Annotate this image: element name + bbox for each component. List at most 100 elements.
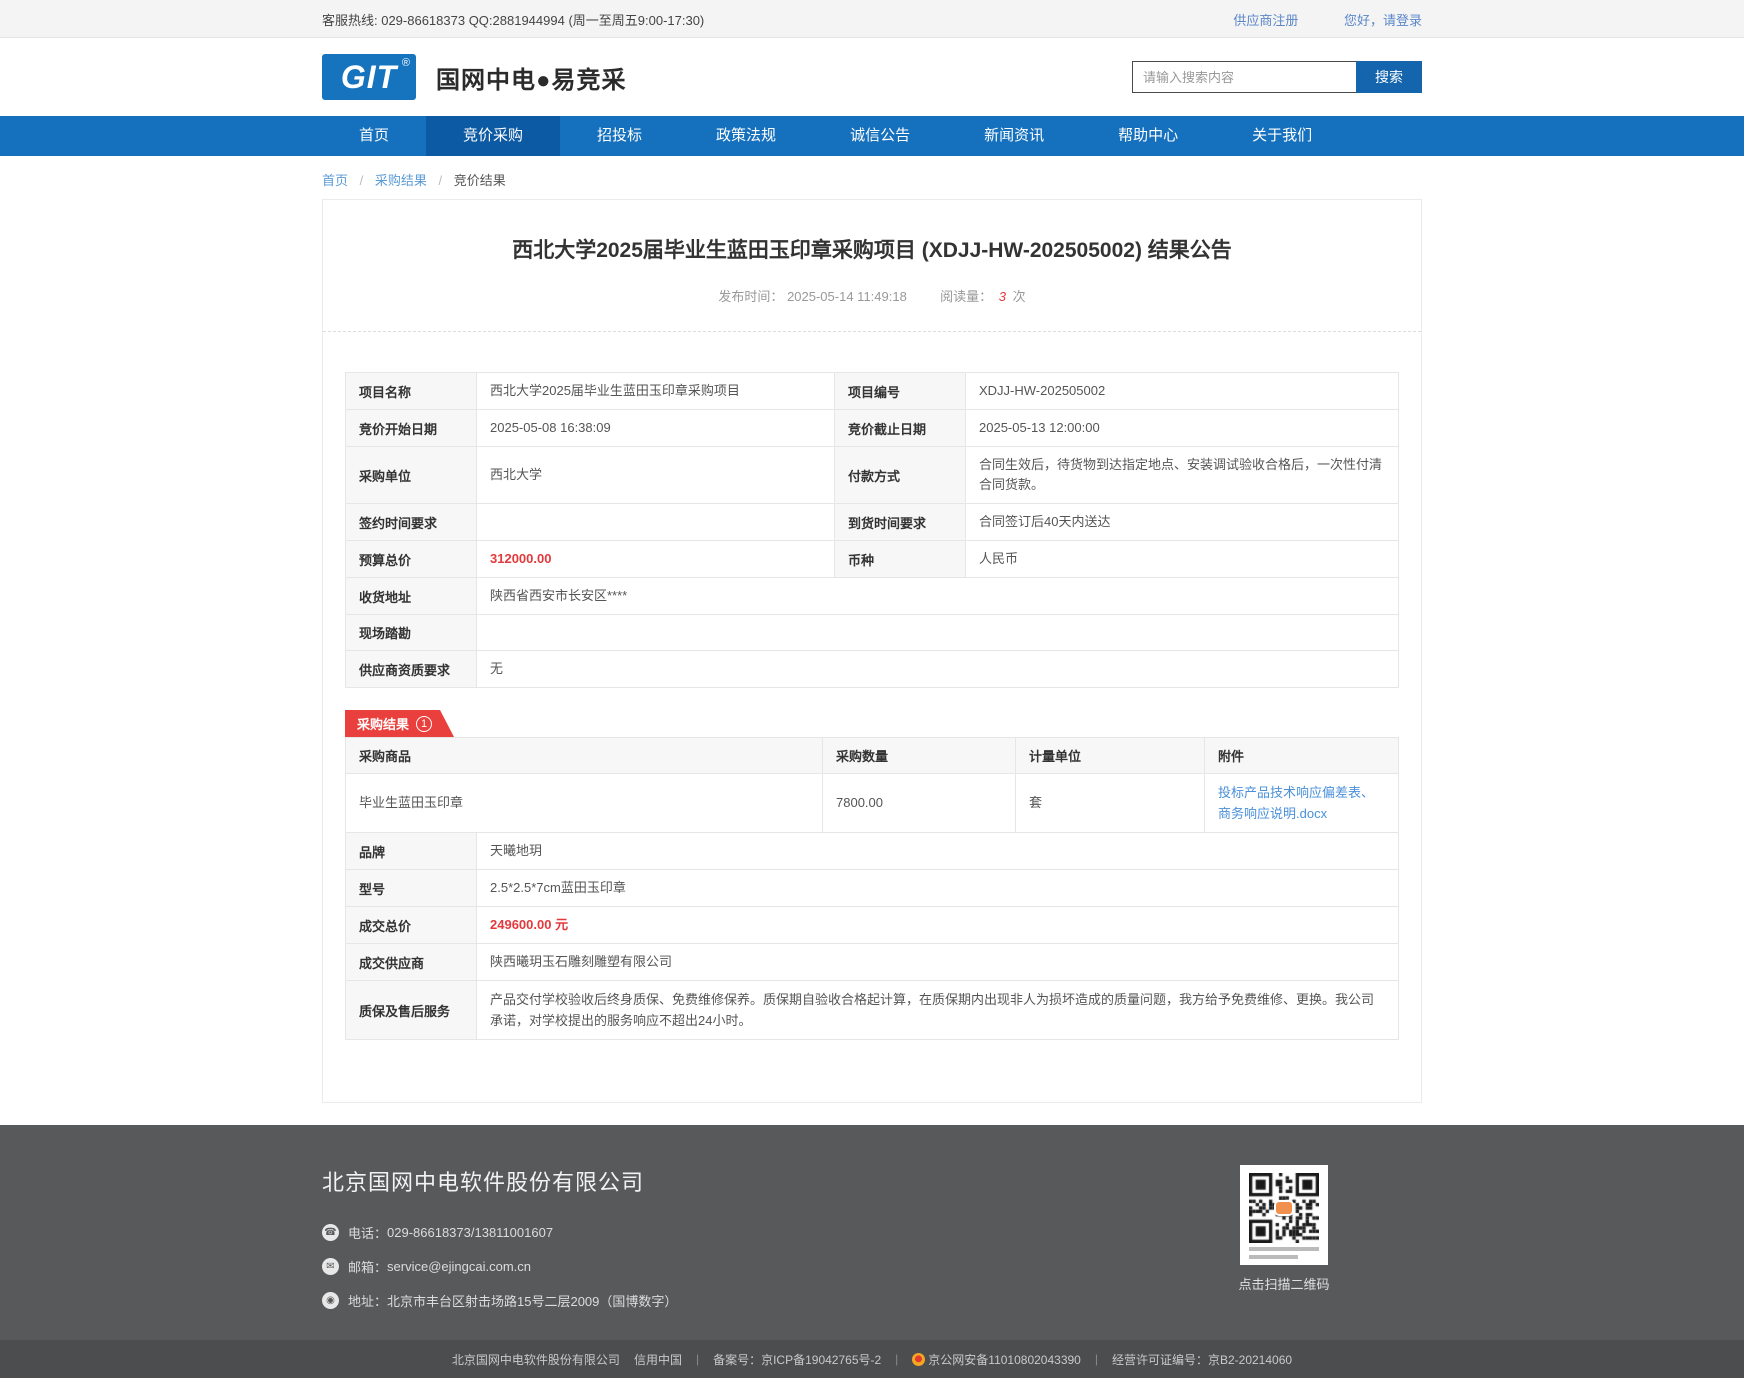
phone-icon: ☎	[322, 1224, 339, 1241]
breadcrumb-separator: /	[360, 173, 364, 188]
login-link[interactable]: 您好，请登录	[1344, 13, 1422, 28]
business-license: 经营许可证编号：京B2-20214060	[1112, 1351, 1292, 1368]
legal-divider: |	[1095, 1352, 1098, 1366]
qr-caption-line	[1249, 1247, 1319, 1251]
icp-number: 京ICP备19042765号-2	[761, 1353, 881, 1367]
logo-registered-mark: ®	[402, 57, 411, 69]
search-button[interactable]: 搜索	[1356, 61, 1422, 93]
attr-value: 陕西曦玥玉石雕刻雕塑有限公司	[477, 944, 1399, 981]
product-name: 毕业生蓝田玉印章	[346, 774, 823, 833]
table-row: 供应商资质要求 无	[346, 651, 1399, 688]
detail-label: 采购单位	[346, 447, 477, 504]
publish-time-value: 2025-05-14 11:49:18	[787, 289, 907, 304]
breadcrumb-home[interactable]: 首页	[322, 173, 348, 188]
column-header: 附件	[1205, 738, 1399, 774]
breadcrumb-current: 竞价结果	[454, 173, 506, 188]
mail-icon: ✉	[322, 1258, 339, 1275]
site-logo[interactable]: GIT ® 国网中电●易竞采	[322, 54, 627, 100]
credit-china-link: 信用中国	[634, 1351, 682, 1368]
breadcrumb-purchase-results[interactable]: 采购结果	[375, 173, 427, 188]
nav-item-news[interactable]: 新闻资讯	[947, 116, 1081, 156]
table-row: 预算总价 312000.00 币种 人民币	[346, 541, 1399, 578]
table-row: 成交供应商 陕西曦玥玉石雕刻雕塑有限公司	[346, 944, 1399, 981]
purchase-result-table: 采购商品 采购数量 计量单位 附件 毕业生蓝田玉印章 7800.00 套 投标产…	[345, 737, 1399, 1040]
icp-label: 备案号：	[713, 1353, 761, 1367]
table-row: 采购单位 西北大学 付款方式 合同生效后，待货物到达指定地点、安装调试验收合格后…	[346, 447, 1399, 504]
announcement-meta: 发布时间： 2025-05-14 11:49:18 阅读量： 3 次	[345, 264, 1399, 331]
product-unit: 套	[1016, 774, 1205, 833]
nav-item-policy[interactable]: 政策法规	[679, 116, 813, 156]
attachment-link[interactable]: 投标产品技术响应偏差表、商务响应说明.docx	[1218, 785, 1374, 821]
deal-total-value: 249600.00 元	[477, 907, 1399, 944]
search-input[interactable]	[1132, 61, 1356, 93]
bottom-legal-bar: 北京国网中电软件股份有限公司 信用中国 | 备案号：京ICP备19042765号…	[0, 1340, 1744, 1378]
detail-value: 2025-05-08 16:38:09	[477, 410, 835, 447]
nav-item-tender[interactable]: 招投标	[560, 116, 679, 156]
purchase-result-ribbon: 采购结果 1	[345, 710, 454, 737]
detail-value: 2025-05-13 12:00:00	[966, 410, 1399, 447]
product-qty: 7800.00	[823, 774, 1016, 833]
detail-value: 陕西省西安市长安区****	[477, 578, 1399, 615]
detail-label: 项目名称	[346, 373, 477, 410]
service-hotline: 客服热线: 029-86618373 QQ:2881944994 (周一至周五9…	[322, 10, 704, 29]
phone-value: 029-86618373/13811001607	[387, 1225, 553, 1240]
nav-item-bidding-purchase[interactable]: 竞价采购	[426, 116, 560, 156]
announcement-card: 西北大学2025届毕业生蓝田玉印章采购项目 (XDJJ-HW-202505002…	[322, 199, 1422, 1103]
legal-company: 北京国网中电软件股份有限公司	[452, 1351, 620, 1368]
table-header-row: 采购商品 采购数量 计量单位 附件	[346, 738, 1399, 774]
logo-text: GIT	[341, 59, 397, 96]
detail-label: 币种	[835, 541, 966, 578]
qr-code-card[interactable]	[1240, 1165, 1328, 1265]
attr-label: 品牌	[346, 833, 477, 870]
table-row: 质保及售后服务 产品交付学校验收后终身质保、免费维修保养。质保期自验收合格起计算…	[346, 981, 1399, 1040]
attr-label: 质保及售后服务	[346, 981, 477, 1040]
detail-label: 预算总价	[346, 541, 477, 578]
attr-label: 型号	[346, 870, 477, 907]
search-bar: 搜索	[1132, 61, 1422, 93]
table-row: 签约时间要求 到货时间要求 合同签订后40天内送达	[346, 504, 1399, 541]
detail-value: 合同生效后，待货物到达指定地点、安装调试验收合格后，一次性付清合同货款。	[966, 447, 1399, 504]
attr-value: 天曦地玥	[477, 833, 1399, 870]
top-bar: 客服热线: 029-86618373 QQ:2881944994 (周一至周五9…	[0, 0, 1744, 38]
attachment-cell: 投标产品技术响应偏差表、商务响应说明.docx	[1205, 774, 1399, 833]
icp-record: 备案号：京ICP备19042765号-2	[713, 1351, 881, 1368]
detail-label: 签约时间要求	[346, 504, 477, 541]
nav-item-about[interactable]: 关于我们	[1215, 116, 1349, 156]
nav-item-home[interactable]: 首页	[322, 116, 426, 156]
table-row: 现场踏勘	[346, 615, 1399, 651]
police-badge-icon	[912, 1353, 925, 1366]
detail-label: 项目编号	[835, 373, 966, 410]
detail-value	[477, 615, 1399, 651]
page-title: 西北大学2025届毕业生蓝田玉印章采购项目 (XDJJ-HW-202505002…	[345, 200, 1399, 264]
detail-label: 竞价截止日期	[835, 410, 966, 447]
table-row: 项目名称 西北大学2025届毕业生蓝田玉印章采购项目 项目编号 XDJJ-HW-…	[346, 373, 1399, 410]
views-unit: 次	[1013, 289, 1026, 304]
attr-value: 产品交付学校验收后终身质保、免费维修保养。质保期自验收合格起计算，在质保期内出现…	[477, 981, 1399, 1040]
address-value: 北京市丰台区射击场路15号二层2009（国博数字）	[387, 1291, 677, 1310]
nav-item-help[interactable]: 帮助中心	[1081, 116, 1215, 156]
license-label: 经营许可证编号：	[1112, 1353, 1208, 1367]
site-name: 国网中电●易竞采	[436, 60, 627, 95]
site-footer: 北京国网中电软件股份有限公司 ☎ 电话： 029-86618373/138110…	[0, 1125, 1744, 1340]
publish-time-label: 发布时间：	[718, 289, 783, 304]
nav-item-integrity[interactable]: 诚信公告	[813, 116, 947, 156]
table-row: 品牌 天曦地玥	[346, 833, 1399, 870]
detail-value: 合同签订后40天内送达	[966, 504, 1399, 541]
license-number: 京B2-20214060	[1208, 1353, 1292, 1367]
police-number: 京公网安备11010802043390	[928, 1353, 1081, 1367]
footer-address-row: ◉ 地址： 北京市丰台区射击场路15号二层2009（国博数字）	[322, 1291, 677, 1310]
breadcrumb-separator: /	[439, 173, 443, 188]
detail-label: 现场踏勘	[346, 615, 477, 651]
footer-phone-row: ☎ 电话： 029-86618373/13811001607	[322, 1223, 677, 1242]
table-row: 型号 2.5*2.5*7cm蓝田玉印章	[346, 870, 1399, 907]
attr-label: 成交总价	[346, 907, 477, 944]
budget-total-value: 312000.00	[477, 541, 835, 578]
ribbon-count-badge: 1	[416, 716, 432, 732]
supplier-register-link[interactable]: 供应商注册	[1233, 13, 1298, 28]
breadcrumb: 首页 / 采购结果 / 竞价结果	[322, 156, 1422, 199]
qr-scan-caption: 点击扫描二维码	[1204, 1274, 1364, 1293]
detail-label: 到货时间要求	[835, 504, 966, 541]
legal-divider: |	[895, 1352, 898, 1366]
detail-label: 供应商资质要求	[346, 651, 477, 688]
qr-caption-line	[1249, 1255, 1298, 1259]
